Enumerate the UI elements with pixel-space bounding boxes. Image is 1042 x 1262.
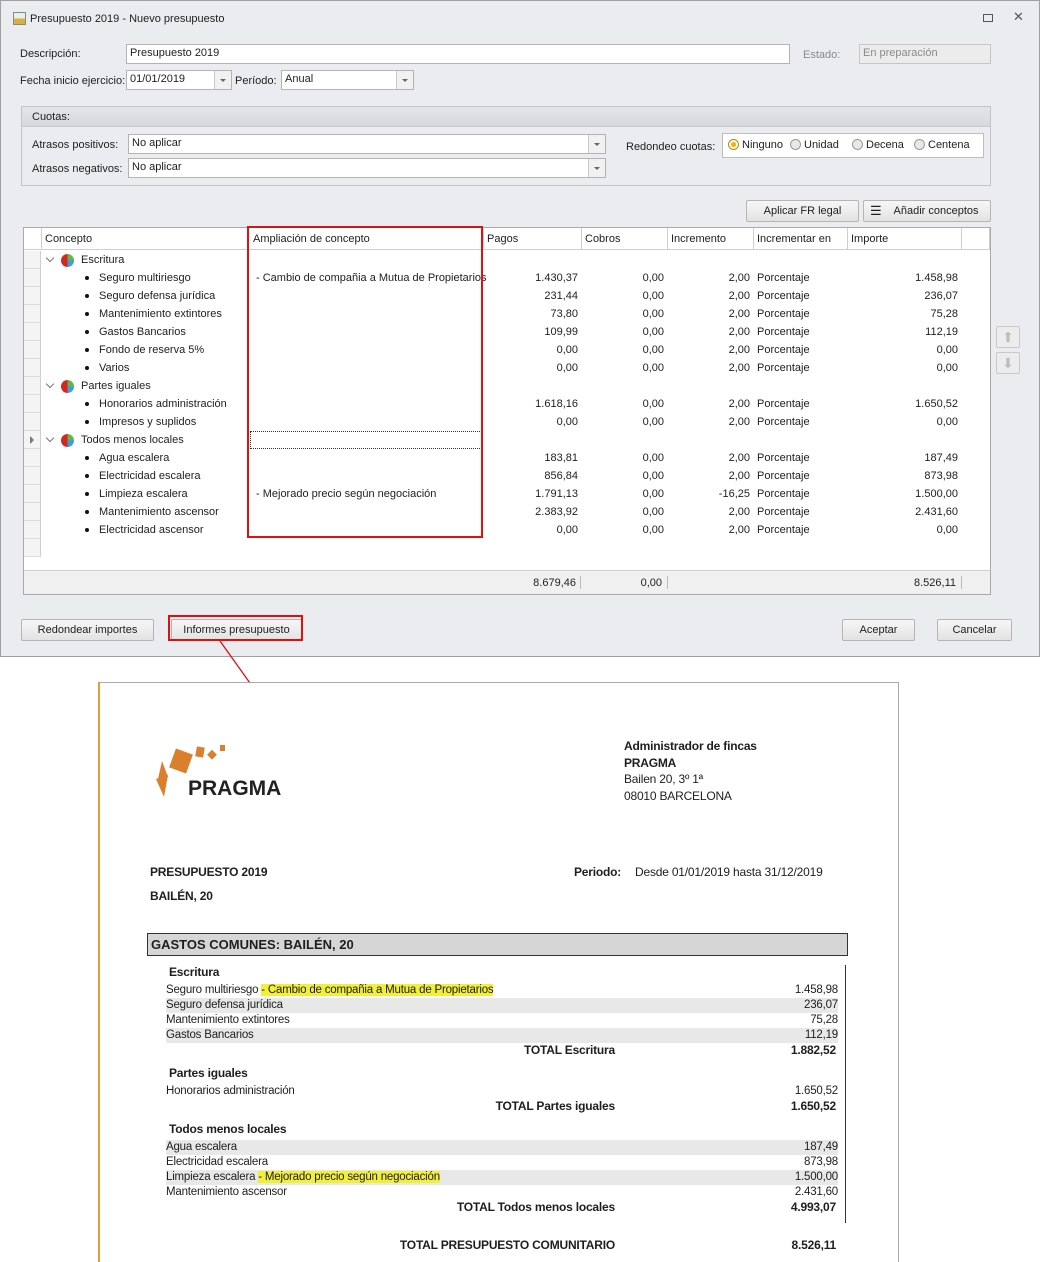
report-periodo-label: Periodo:: [574, 865, 622, 879]
report-line: Mantenimiento ascensor 2.431,60: [166, 1185, 838, 1200]
report-amount: 75,28: [810, 1014, 838, 1026]
annotation-arrow: [219, 640, 266, 706]
report-amount: 2.431,60: [794, 1186, 838, 1198]
report-group-name: Todos menos locales: [169, 1122, 287, 1136]
report-line: Mantenimiento extintores 75,28: [166, 1013, 838, 1028]
report-line: Electricidad escalera 873,98: [166, 1155, 838, 1170]
report-amount: 187,49: [804, 1141, 838, 1153]
report-line: Honorarios administración 1.650,52: [166, 1084, 838, 1099]
report-group-total: 1.882,52: [790, 1043, 836, 1057]
report-concept: Agua escalera: [166, 1141, 237, 1153]
svg-text:PRAGMA: PRAGMA: [188, 777, 281, 800]
company-line: 08010 BARCELONA: [624, 788, 732, 803]
report-concept: Gastos Bancarios: [166, 1029, 254, 1041]
report-amount: 1.458,98: [794, 984, 838, 996]
report-ampliacion-highlight: - Mejorado precio según negociación: [258, 1171, 440, 1183]
report-group-total: 4.993,07: [790, 1200, 836, 1214]
report-group-total-label: TOTAL Todos menos locales: [456, 1200, 615, 1214]
report-concept: Seguro defensa jurídica: [166, 999, 283, 1011]
report-concept: Limpieza escalera: [166, 1171, 256, 1183]
company-line: PRAGMA: [624, 755, 677, 770]
report-group-total-label: TOTAL Escritura: [523, 1043, 615, 1057]
report-amount: 1.650,52: [794, 1085, 838, 1097]
report-line: Seguro multiriesgo - Cambio de compañia …: [166, 983, 838, 998]
company-line: Administrador de fincas: [624, 739, 757, 753]
report-title: PRESUPUESTO 2019: [150, 865, 268, 879]
report-line: Limpieza escalera - Mejorado precio segú…: [166, 1170, 838, 1185]
report-line: Gastos Bancarios 112,19: [166, 1028, 838, 1043]
report-concept: Mantenimiento extintores: [166, 1014, 290, 1026]
report-amount: 112,19: [804, 1029, 838, 1041]
report-line: Agua escalera 187,49: [166, 1140, 838, 1155]
report-group-name: Partes iguales: [169, 1066, 248, 1080]
report-divider: [845, 965, 846, 1223]
report-amount: 873,98: [804, 1156, 838, 1168]
report-line: Seguro defensa jurídica 236,07: [166, 998, 838, 1013]
report-building: BAILÉN, 20: [150, 889, 213, 903]
report-concept: Honorarios administración: [166, 1085, 295, 1097]
report-group-total-label: TOTAL Partes iguales: [495, 1099, 616, 1113]
report-periodo-value: Desde 01/01/2019 hasta 31/12/2019: [635, 865, 823, 879]
budget-report: PRAGMA Administrador de fincas PRAGMA Bail…: [98, 682, 899, 1262]
report-group-total: 1.650,52: [790, 1099, 836, 1113]
company-line: Bailen 20, 3º 1ª: [624, 772, 704, 786]
report-ampliacion-highlight: - Cambio de compañia a Mutua de Propieta…: [261, 984, 494, 996]
report-group-name: Escritura: [169, 965, 220, 979]
report-concept: Seguro multiriesgo: [166, 984, 259, 996]
report-amount: 1.500,00: [794, 1171, 838, 1183]
report-amount: 236,07: [804, 999, 838, 1011]
report-grand-total: 8.526,11: [791, 1238, 837, 1252]
pragma-logo: PRAGMA: [156, 745, 281, 800]
report-section-title: GASTOS COMUNES: BAILÉN, 20: [151, 937, 354, 952]
report-grand-total-label: TOTAL PRESUPUESTO COMUNITARIO: [399, 1238, 615, 1252]
report-concept: Electricidad escalera: [166, 1156, 268, 1168]
report-concept: Mantenimiento ascensor: [166, 1186, 287, 1198]
report-section-header: GASTOS COMUNES: BAILÉN, 20: [147, 933, 848, 956]
